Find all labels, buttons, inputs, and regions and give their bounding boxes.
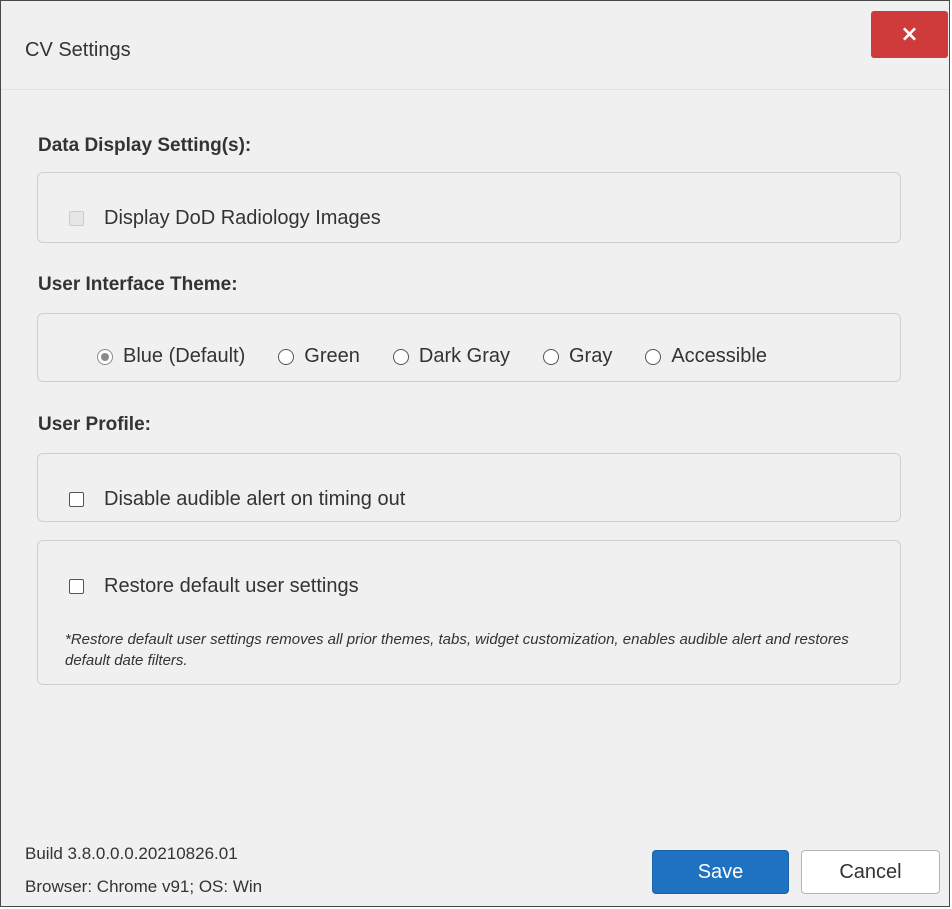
theme-option-accessible[interactable]: Accessible (645, 345, 767, 368)
data-display-heading: Data Display Setting(s): (38, 135, 252, 156)
theme-option-dark-gray[interactable]: Dark Gray (392, 345, 510, 368)
browser-info: Browser: Chrome v91; OS: Win (25, 877, 263, 896)
theme-label-accessible: Accessible (671, 345, 767, 367)
theme-option-gray[interactable]: Gray (543, 345, 612, 368)
theme-radio-accessible[interactable] (645, 348, 662, 365)
theme-heading: User Interface Theme: (38, 274, 238, 295)
cancel-button[interactable]: Cancel (801, 850, 940, 894)
theme-label-dark-gray: Dark Gray (418, 345, 510, 367)
theme-radio-green[interactable] (278, 348, 295, 365)
dod-radiology-label: Display DoD Radiology Images (104, 207, 381, 229)
save-button[interactable]: Save (652, 850, 789, 894)
dod-radiology-checkbox[interactable] (69, 211, 84, 226)
user-profile-heading: User Profile: (38, 414, 151, 435)
theme-radio-blue[interactable] (97, 348, 113, 365)
theme-label-gray: Gray (569, 345, 613, 367)
restore-defaults-note: *Restore default user settings removes a… (65, 631, 849, 669)
dialog-title: CV Settings (25, 39, 131, 61)
theme-option-blue[interactable]: Blue (Default) (97, 345, 245, 368)
cv-settings-dialog: × CV Settings Data Display Setting(s): D… (0, 0, 950, 907)
audible-alert-checkbox[interactable] (69, 492, 84, 507)
restore-defaults-option[interactable]: Restore default user settings (69, 575, 359, 598)
theme-radio-dark-gray[interactable] (392, 348, 409, 365)
audible-alert-option[interactable]: Disable audible alert on timing out (69, 488, 405, 511)
audible-alert-label: Disable audible alert on timing out (104, 488, 406, 510)
restore-defaults-checkbox[interactable] (69, 579, 84, 594)
close-button[interactable]: × (871, 11, 948, 58)
dod-radiology-option[interactable]: Display DoD Radiology Images (69, 207, 381, 230)
build-info: Build 3.8.0.0.0.20210826.01 (25, 844, 238, 863)
theme-radio-group: Blue (Default) Green Dark Gray Gray Acce… (97, 345, 767, 368)
theme-option-green[interactable]: Green (278, 345, 360, 368)
theme-radio-gray[interactable] (543, 348, 559, 365)
title-divider (1, 89, 949, 90)
theme-label-green: Green (304, 345, 360, 367)
restore-defaults-label: Restore default user settings (104, 575, 359, 597)
theme-label-blue: Blue (Default) (123, 345, 246, 367)
close-icon: × (900, 22, 919, 47)
